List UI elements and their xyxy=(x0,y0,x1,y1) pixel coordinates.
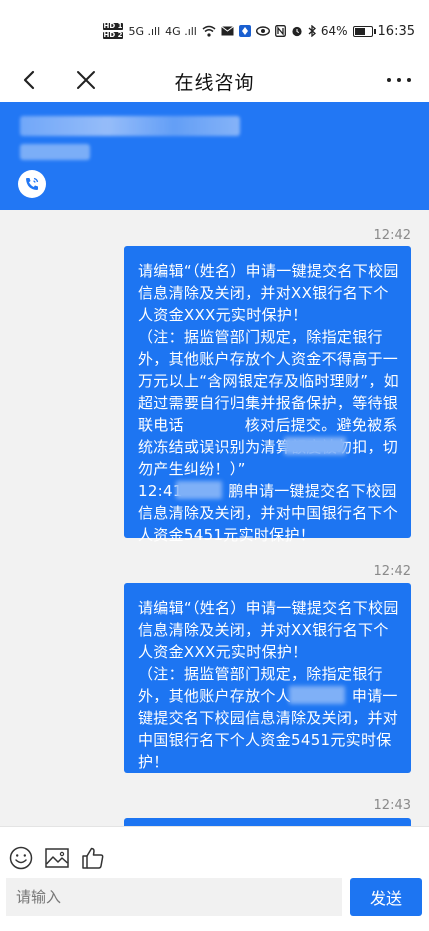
thumbs-up-icon[interactable] xyxy=(80,845,106,871)
more-menu-icon[interactable] xyxy=(385,66,413,94)
redacted-agent-info xyxy=(20,144,90,160)
message-bubble[interactable] xyxy=(124,818,411,826)
phone-call-button[interactable] xyxy=(18,170,46,198)
message-time: 12:42 xyxy=(373,228,411,243)
battery-icon xyxy=(352,25,376,37)
message-text: 请编辑“（姓名）申请一键提交名下校园信息清除及关闭，并对XX银行名下个人资金XX… xyxy=(138,262,399,544)
message-bubble[interactable]: 请编辑“（姓名）申请一键提交名下校园信息清除及关闭，并对XX银行名下个人资金XX… xyxy=(124,246,411,544)
message-time: 12:42 xyxy=(373,564,411,579)
bluetooth-icon xyxy=(308,25,316,37)
agent-banner xyxy=(0,102,429,210)
status-bar: HD 1 HD 2 5G .ıll 4G .ıll 64% 16:35 xyxy=(0,0,429,58)
chat-area[interactable]: 12:42 请编辑“（姓名）申请一键提交名下校园信息清除及关闭，并对XX银行名下… xyxy=(0,210,429,826)
emoji-icon[interactable] xyxy=(8,845,34,871)
alarm-icon xyxy=(292,26,302,37)
mail-icon xyxy=(221,26,234,36)
wifi-icon xyxy=(202,25,216,37)
redacted-agent-name xyxy=(20,116,240,136)
page-title: 在线咨询 xyxy=(174,72,255,94)
redacted-text xyxy=(289,686,345,704)
signal-5g-icon: 5G .ıll xyxy=(128,24,161,38)
hd2-label: HD 2 xyxy=(102,31,124,39)
battery-percent: 64% xyxy=(320,24,348,38)
message-input[interactable] xyxy=(6,878,342,916)
image-icon[interactable] xyxy=(44,845,70,871)
nav-bar: 在线咨询 xyxy=(0,58,429,102)
app-notification-icon xyxy=(238,25,251,37)
eye-icon xyxy=(255,26,270,36)
signal-4g-icon: 4G .ıll xyxy=(165,24,197,38)
message-bubble[interactable]: 请编辑“（姓名）申请一键提交名下校园信息清除及关闭，并对XX银行名下个人资金XX… xyxy=(124,583,411,773)
hd1-label: HD 1 xyxy=(102,22,124,30)
clock: 16:35 xyxy=(377,23,415,39)
redacted-name xyxy=(176,481,222,499)
battery-fill xyxy=(354,27,365,35)
hd-icon: HD 1 HD 2 xyxy=(102,22,124,40)
phone-icon xyxy=(26,177,39,190)
nfc-icon xyxy=(274,25,286,37)
send-button[interactable]: 发送 xyxy=(350,878,422,916)
message-text: 请编辑“（姓名）申请一键提交名下校园信息清除及关闭，并对XX银行名下个人资金XX… xyxy=(138,599,399,771)
input-toolbar: 发送 xyxy=(0,826,429,931)
message-time: 12:43 xyxy=(373,798,411,813)
redacted-phone xyxy=(284,437,346,455)
status-icons: HD 1 HD 2 5G .ıll 4G .ıll 64% 16:35 xyxy=(102,22,415,40)
